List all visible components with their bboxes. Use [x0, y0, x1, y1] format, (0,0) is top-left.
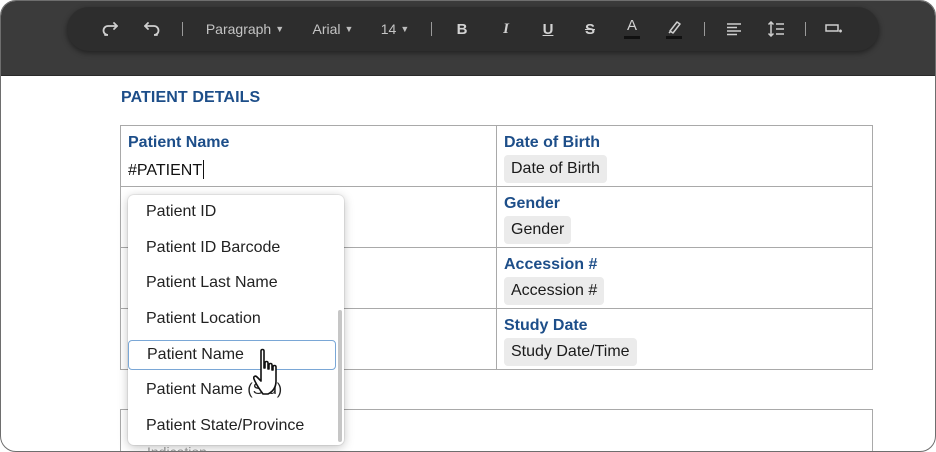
align-left-icon[interactable]: [721, 7, 747, 51]
field-label: Gender: [504, 195, 561, 212]
autocomplete-dropdown: Patient ID Patient ID Barcode Patient La…: [128, 195, 344, 445]
dropdown-scrollbar[interactable]: [338, 310, 342, 442]
autocomplete-item[interactable]: Patient ID Barcode: [128, 233, 336, 263]
autocomplete-item-active[interactable]: Patient Name: [128, 340, 336, 370]
toolbar-divider: [704, 22, 705, 36]
italic-icon[interactable]: I: [493, 7, 519, 51]
table-cell[interactable]: Patient Name #PATIENT: [120, 125, 497, 187]
field-chip[interactable]: Study Date/Time: [504, 338, 637, 366]
field-label: Study Date: [504, 317, 588, 334]
autocomplete-item[interactable]: Patient Last Name: [128, 268, 336, 298]
top-bar: Paragraph ▼ Arial ▼ 14 ▼ B I U S A: [1, 1, 935, 76]
bold-icon[interactable]: B: [449, 7, 475, 51]
typed-value: #PATIENT: [128, 162, 203, 179]
caret-down-icon: ▼: [344, 24, 354, 34]
font-family-label: Arial: [312, 21, 341, 37]
strikethrough-icon[interactable]: S: [577, 7, 603, 51]
field-label: Patient Name: [128, 134, 230, 151]
field-chip[interactable]: Date of Birth: [504, 155, 607, 183]
font-family-dropdown[interactable]: Arial ▼: [309, 7, 357, 51]
formatting-toolbar: Paragraph ▼ Arial ▼ 14 ▼ B I U S A: [67, 7, 879, 51]
autocomplete-item[interactable]: Patient Location: [128, 304, 336, 334]
redo-icon[interactable]: [95, 7, 125, 51]
font-color-icon[interactable]: A: [619, 7, 645, 51]
underline-icon[interactable]: U: [535, 7, 561, 51]
line-height-icon[interactable]: [763, 7, 789, 51]
toolbar-divider: [182, 22, 183, 36]
autocomplete-item[interactable]: Patient Name (Std): [128, 375, 336, 405]
table-row: Patient Name #PATIENT Date of Birth Date…: [120, 125, 873, 187]
font-size-label: 14: [380, 21, 397, 37]
autocomplete-item[interactable]: Patient ID: [128, 197, 336, 227]
hand-pointer-icon: [253, 348, 277, 395]
typed-text[interactable]: #PATIENT: [128, 160, 205, 180]
table-cell[interactable]: Date of Birth Date of Birth: [496, 125, 873, 187]
field-label: Accession #: [504, 256, 598, 273]
insert-field-icon[interactable]: [821, 7, 847, 51]
table-cell[interactable]: Gender Gender: [496, 186, 873, 248]
field-chip[interactable]: Accession #: [504, 277, 605, 305]
toolbar-divider: [431, 22, 432, 36]
table-cell[interactable]: Accession # Accession #: [496, 247, 873, 309]
highlighter-icon[interactable]: [661, 7, 687, 51]
field-chip[interactable]: Gender: [504, 216, 572, 244]
block-format-dropdown[interactable]: Paragraph ▼: [205, 7, 285, 51]
caret-down-icon: ▼: [400, 24, 410, 34]
font-size-dropdown[interactable]: 14 ▼: [379, 7, 411, 51]
toolbar-divider: [805, 22, 806, 36]
block-format-label: Paragraph: [205, 21, 272, 37]
autocomplete-item[interactable]: Patient State/Province: [128, 411, 336, 441]
caret-down-icon: ▼: [275, 24, 285, 34]
indication-label: Indication: [147, 444, 207, 452]
editor-window: Paragraph ▼ Arial ▼ 14 ▼ B I U S A PATIE…: [0, 0, 936, 452]
text-cursor: [203, 160, 205, 179]
undo-icon[interactable]: [137, 7, 167, 51]
table-cell[interactable]: Study Date Study Date/Time: [496, 308, 873, 370]
field-label: Date of Birth: [504, 134, 600, 151]
section-title: PATIENT DETAILS: [121, 89, 261, 106]
